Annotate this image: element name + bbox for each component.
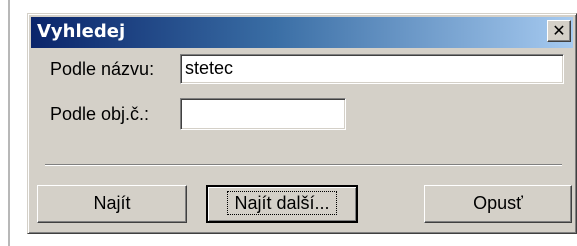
leave-button[interactable]: Opusť [424,185,572,223]
find-next-button-label: Najít další... [227,191,337,215]
title-bar[interactable]: Vyhledej ✕ [31,17,573,48]
close-icon: ✕ [552,21,566,40]
separator [45,164,562,166]
find-button[interactable]: Najít [37,185,187,223]
name-search-input[interactable]: stetec [180,54,564,84]
name-label: Podle názvu: [50,59,155,79]
search-dialog: Vyhledej ✕ Podle názvu: stetec Podle obj… [27,13,577,234]
leave-button-label: Opusť [473,193,523,213]
order-number-input[interactable] [180,98,346,130]
window-edge [8,0,10,246]
find-next-button[interactable]: Najít další... [206,185,358,223]
order-number-label: Podle obj.č.: [50,104,150,124]
find-button-label: Najít [93,193,131,213]
close-button[interactable]: ✕ [547,20,571,42]
dialog-title: Vyhledej [37,21,126,42]
screen: Vyhledej ✕ Podle názvu: stetec Podle obj… [0,0,577,246]
